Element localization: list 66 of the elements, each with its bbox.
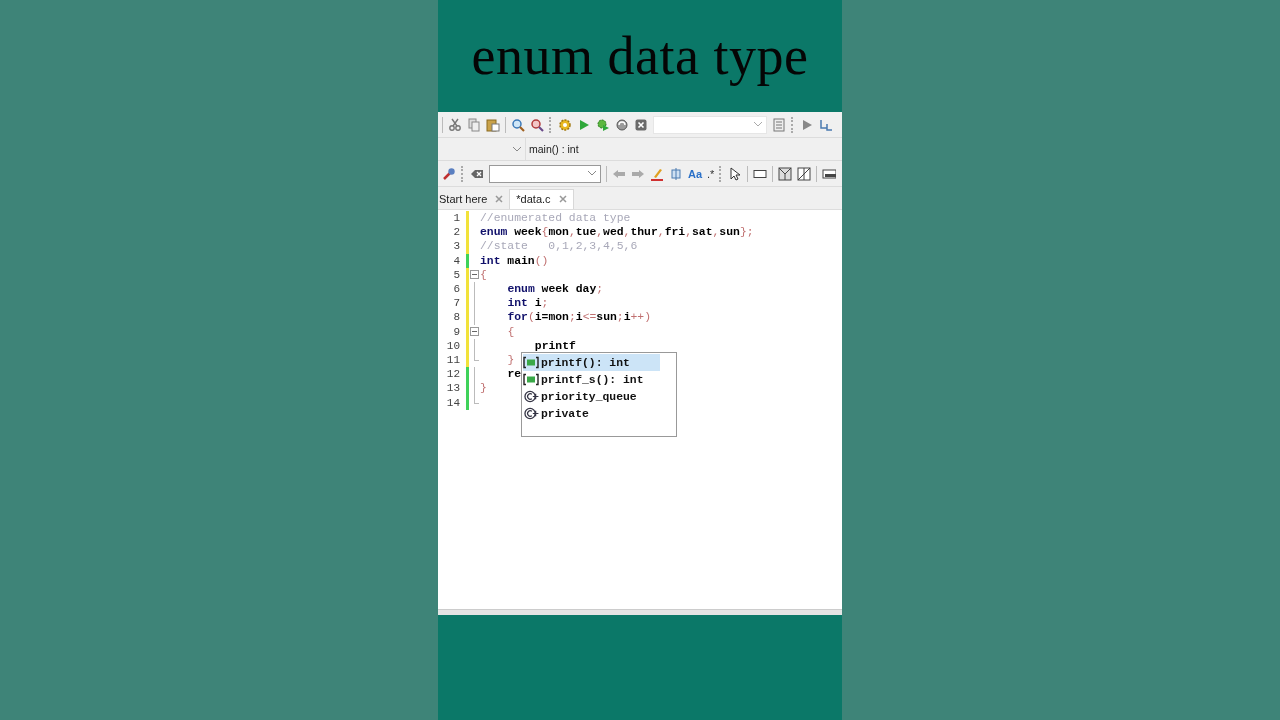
- line-number: 10: [445, 339, 461, 352]
- fold-marker[interactable]: [470, 270, 479, 280]
- code-line: enum week{mon,tue,wed,thur,fri,sat,sun};: [480, 226, 754, 239]
- editor-tab[interactable]: *data.c: [509, 189, 574, 209]
- line-number: 7: [452, 297, 461, 310]
- line-number: 6: [452, 283, 461, 296]
- function-icon: [523, 356, 539, 369]
- line-number: 3: [452, 240, 461, 253]
- code-line: //enumerated data type: [480, 212, 631, 225]
- function-combo[interactable]: main() : int: [526, 143, 579, 155]
- build-run-icon[interactable]: [596, 117, 610, 132]
- autocomplete-item[interactable]: printf_s(): int: [523, 371, 660, 388]
- regex-toggle[interactable]: .*: [707, 167, 715, 180]
- gear-icon[interactable]: [558, 117, 572, 132]
- panel-icon[interactable]: [822, 166, 837, 181]
- run-icon[interactable]: [577, 117, 591, 132]
- code-line: enum week day;: [507, 283, 604, 296]
- line-number: 2: [452, 226, 461, 239]
- selection-icon[interactable]: [669, 166, 683, 181]
- editor-tab[interactable]: Start here: [439, 190, 510, 209]
- line-number: 11: [445, 353, 461, 366]
- caret-icon: [588, 171, 596, 176]
- debug-run-icon[interactable]: [800, 117, 814, 132]
- line-number: 12: [445, 368, 461, 381]
- line-number: 8: [452, 311, 461, 324]
- step-icon[interactable]: [819, 117, 833, 132]
- line-number: 5: [452, 268, 461, 281]
- paste-icon[interactable]: [486, 117, 500, 132]
- code-line: {: [480, 268, 487, 281]
- copy-icon[interactable]: [467, 117, 481, 132]
- replace-icon[interactable]: [530, 117, 544, 132]
- fold-marker[interactable]: [470, 327, 479, 337]
- autocomplete-item[interactable]: private: [523, 405, 660, 422]
- line-number: 14: [445, 396, 461, 409]
- line-number: 1: [452, 212, 461, 225]
- code-line: int i;: [507, 297, 549, 310]
- code-line: }: [507, 353, 515, 366]
- code-line: printf: [534, 339, 576, 352]
- function-icon: [523, 373, 539, 386]
- line-number: 4: [452, 254, 461, 267]
- code-line: //state 0,1,2,3,4,5,6: [480, 240, 638, 253]
- diagonal-box-icon[interactable]: [797, 166, 812, 181]
- code-line: int main(): [480, 254, 549, 267]
- match-case-toggle[interactable]: Aa: [688, 167, 703, 180]
- autocomplete-item[interactable]: printf(): int: [523, 354, 660, 371]
- search-icon[interactable]: [511, 117, 525, 132]
- autocomplete-item[interactable]: priority_queue: [523, 388, 660, 405]
- stop-icon[interactable]: [634, 117, 648, 132]
- wrench-icon[interactable]: [442, 166, 456, 181]
- caret-icon: [754, 122, 762, 127]
- line-number: 13: [445, 382, 461, 395]
- line-number: 9: [452, 325, 461, 338]
- video-title: enum data type: [471, 25, 809, 87]
- split-box-icon[interactable]: [778, 166, 793, 181]
- close-icon[interactable]: [558, 195, 567, 203]
- code-line: re: [507, 368, 522, 381]
- rebuild-icon[interactable]: [615, 117, 629, 132]
- scissors-icon[interactable]: [448, 117, 462, 132]
- caret-icon: [513, 146, 521, 152]
- code-line: for(i=mon;i<=sun;i++): [507, 311, 651, 324]
- code-line: {: [507, 325, 515, 338]
- code-line: }: [480, 382, 487, 395]
- highlight-pencil-icon[interactable]: [650, 166, 664, 181]
- close-icon[interactable]: [495, 195, 504, 203]
- search-combo[interactable]: [489, 164, 601, 183]
- cursor-icon[interactable]: [728, 166, 743, 181]
